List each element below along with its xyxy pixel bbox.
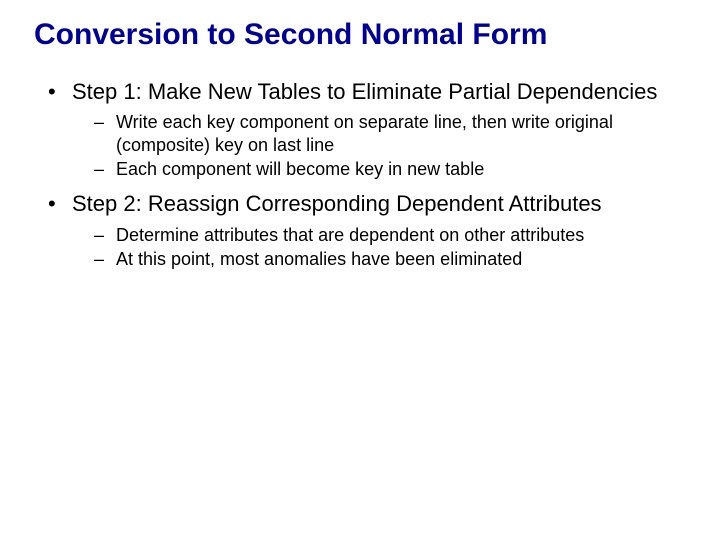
list-item-text: Step 2: Reassign Corresponding Dependent…	[72, 191, 602, 216]
list-item: At this point, most anomalies have been …	[94, 248, 686, 271]
sub-list: Determine attributes that are dependent …	[72, 224, 686, 271]
list-item: Write each key component on separate lin…	[94, 111, 686, 156]
list-item: Step 2: Reassign Corresponding Dependent…	[48, 191, 686, 271]
list-item-text: Step 1: Make New Tables to Eliminate Par…	[72, 79, 657, 104]
sub-list: Write each key component on separate lin…	[72, 111, 686, 181]
list-item: Step 1: Make New Tables to Eliminate Par…	[48, 79, 686, 181]
list-item: Each component will become key in new ta…	[94, 158, 686, 181]
slide: Conversion to Second Normal Form Step 1:…	[0, 0, 720, 540]
list-item: Determine attributes that are dependent …	[94, 224, 686, 247]
bullet-list: Step 1: Make New Tables to Eliminate Par…	[34, 79, 686, 271]
slide-title: Conversion to Second Normal Form	[34, 18, 686, 53]
